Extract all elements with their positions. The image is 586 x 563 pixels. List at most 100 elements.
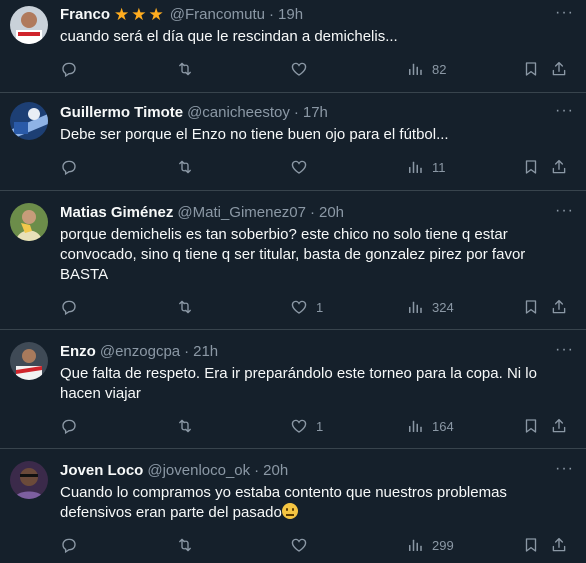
tweet-actions: 299 xyxy=(60,529,570,561)
bookmark-button[interactable] xyxy=(522,536,540,554)
views-icon xyxy=(406,60,424,78)
more-icon[interactable]: ··· xyxy=(555,461,574,477)
share-button[interactable] xyxy=(550,298,568,316)
retweet-icon xyxy=(176,60,194,78)
share-icon xyxy=(550,60,568,78)
like-icon xyxy=(290,60,308,78)
avatar[interactable] xyxy=(10,203,48,241)
display-name[interactable]: Enzo xyxy=(60,342,96,362)
more-icon[interactable]: ··· xyxy=(555,203,574,219)
reply-button[interactable] xyxy=(60,158,78,176)
separator-dot: · xyxy=(254,462,260,479)
like-icon xyxy=(290,417,308,435)
timestamp[interactable]: 17h xyxy=(303,103,328,123)
retweet-button[interactable] xyxy=(176,158,194,176)
timestamp[interactable]: 21h xyxy=(193,342,218,362)
retweet-button[interactable] xyxy=(176,60,194,78)
like-button[interactable] xyxy=(290,158,308,176)
tweet-header: Matias Giménez @Mati_Gimenez07 · 20h xyxy=(60,203,570,223)
bookmark-button[interactable] xyxy=(522,417,540,435)
handle[interactable]: @canicheestoy xyxy=(187,103,290,123)
retweet-icon xyxy=(176,298,194,316)
tweet-text: porque demichelis es tan soberbio? este … xyxy=(60,226,526,283)
views-icon xyxy=(406,417,424,435)
retweet-icon xyxy=(176,417,194,435)
views-button[interactable]: 299 xyxy=(406,536,454,554)
tweet-text: Que falta de respeto. Era ir preparándol… xyxy=(60,365,537,402)
like-icon xyxy=(290,158,308,176)
separator-dot: · xyxy=(184,343,190,360)
share-button[interactable] xyxy=(550,60,568,78)
tweet-header: Joven Loco @jovenloco_ok · 20h xyxy=(60,461,570,481)
likes-count: 1 xyxy=(316,299,324,315)
views-icon xyxy=(406,536,424,554)
share-button[interactable] xyxy=(550,417,568,435)
views-count: 299 xyxy=(432,537,454,553)
display-name[interactable]: Guillermo Timote xyxy=(60,103,183,123)
views-button[interactable]: 11 xyxy=(406,158,446,176)
retweet-icon xyxy=(176,158,194,176)
timestamp[interactable]: 20h xyxy=(263,461,288,481)
share-icon xyxy=(550,158,568,176)
bookmark-icon xyxy=(522,158,540,176)
bookmark-button[interactable] xyxy=(522,158,540,176)
views-button[interactable]: 324 xyxy=(406,298,454,316)
star-badges: ★ ★ ★ xyxy=(114,5,166,25)
tweet[interactable]: Matias Giménez @Mati_Gimenez07 · 20h ···… xyxy=(0,191,586,330)
handle[interactable]: @Francomutu xyxy=(170,5,265,25)
neutral-face-emoji xyxy=(281,503,298,519)
retweet-button[interactable] xyxy=(176,536,194,554)
avatar[interactable] xyxy=(10,6,48,44)
tweet[interactable]: Franco ★ ★ ★ @Francomutu · 19h ··· cuand… xyxy=(0,0,586,93)
tweet-header: Enzo @enzogcpa · 21h xyxy=(60,342,570,362)
more-icon[interactable]: ··· xyxy=(555,342,574,358)
share-button[interactable] xyxy=(550,158,568,176)
like-button[interactable] xyxy=(290,60,308,78)
tweet[interactable]: Joven Loco @jovenloco_ok · 20h ··· Cuand… xyxy=(0,449,586,563)
separator-dot: · xyxy=(269,6,275,23)
timestamp[interactable]: 20h xyxy=(319,203,344,223)
more-icon[interactable]: ··· xyxy=(555,5,574,21)
star-icon: ★ xyxy=(148,5,164,24)
like-icon xyxy=(290,298,308,316)
avatar[interactable] xyxy=(10,102,48,140)
views-count: 164 xyxy=(432,418,454,434)
display-name[interactable]: Matias Giménez xyxy=(60,203,173,223)
tweet-header: Franco ★ ★ ★ @Francomutu · 19h xyxy=(60,5,570,25)
handle[interactable]: @enzogcpa xyxy=(100,342,180,362)
avatar[interactable] xyxy=(10,461,48,499)
retweet-icon xyxy=(176,536,194,554)
display-name[interactable]: Joven Loco xyxy=(60,461,143,481)
reply-icon xyxy=(60,298,78,316)
views-button[interactable]: 82 xyxy=(406,60,446,78)
retweet-button[interactable] xyxy=(176,417,194,435)
avatar[interactable] xyxy=(10,342,48,380)
handle[interactable]: @Mati_Gimenez07 xyxy=(177,203,306,223)
retweet-button[interactable] xyxy=(176,298,194,316)
tweet-text: Cuando lo compramos yo estaba contento q… xyxy=(60,483,550,523)
reply-button[interactable] xyxy=(60,536,78,554)
like-button[interactable]: 1 xyxy=(290,417,323,435)
display-name[interactable]: Franco xyxy=(60,5,110,25)
tweet-actions: 1 164 xyxy=(60,410,570,442)
reply-icon xyxy=(60,60,78,78)
reply-button[interactable] xyxy=(60,60,78,78)
like-button[interactable] xyxy=(290,536,308,554)
like-button[interactable]: 1 xyxy=(290,298,323,316)
like-icon xyxy=(290,536,308,554)
bookmark-button[interactable] xyxy=(522,298,540,316)
reply-button[interactable] xyxy=(60,298,78,316)
tweet[interactable]: Enzo @enzogcpa · 21h ··· Que falta de re… xyxy=(0,330,586,449)
tweet-actions: 82 xyxy=(60,53,570,85)
share-button[interactable] xyxy=(550,536,568,554)
tweet[interactable]: Guillermo Timote @canicheestoy · 17h ···… xyxy=(0,93,586,191)
views-count: 324 xyxy=(432,299,454,315)
handle[interactable]: @jovenloco_ok xyxy=(147,461,250,481)
views-count: 11 xyxy=(432,159,446,175)
views-button[interactable]: 164 xyxy=(406,417,454,435)
more-icon[interactable]: ··· xyxy=(555,103,574,119)
timestamp[interactable]: 19h xyxy=(278,5,303,25)
bookmark-button[interactable] xyxy=(522,60,540,78)
reply-button[interactable] xyxy=(60,417,78,435)
star-icon: ★ xyxy=(114,5,130,24)
